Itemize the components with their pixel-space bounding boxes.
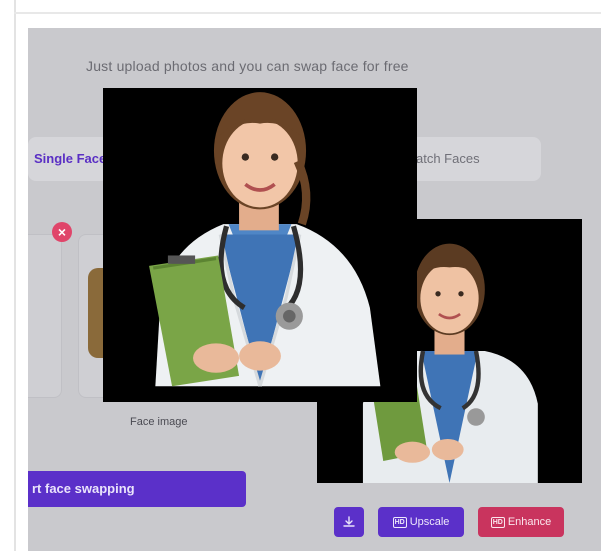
face-image-label: Face image [130, 416, 188, 428]
page-subtitle: Just upload photos and you can swap face… [86, 58, 409, 74]
upscale-label: Upscale [409, 516, 450, 528]
download-icon [343, 516, 355, 527]
face-thumbnail-edge [88, 268, 104, 358]
start-face-swapping-button[interactable]: rt face swapping [28, 471, 246, 507]
frame-border-top [14, 12, 601, 14]
source-image-preview [103, 88, 417, 402]
enhance-button[interactable]: HD Enhance [478, 507, 564, 537]
hd-icon: HD [392, 517, 407, 528]
download-button[interactable] [334, 507, 364, 537]
upscale-button[interactable]: HD Upscale [378, 507, 464, 537]
hd-icon: HD [490, 517, 505, 528]
enhance-label: Enhance [507, 516, 552, 528]
close-icon[interactable]: × [52, 222, 72, 242]
frame-border-left [14, 0, 16, 551]
tab-batch-faces[interactable]: atch Faces [416, 151, 480, 166]
source-image-card[interactable] [28, 234, 62, 398]
tab-single-face[interactable]: Single Face [34, 151, 106, 166]
